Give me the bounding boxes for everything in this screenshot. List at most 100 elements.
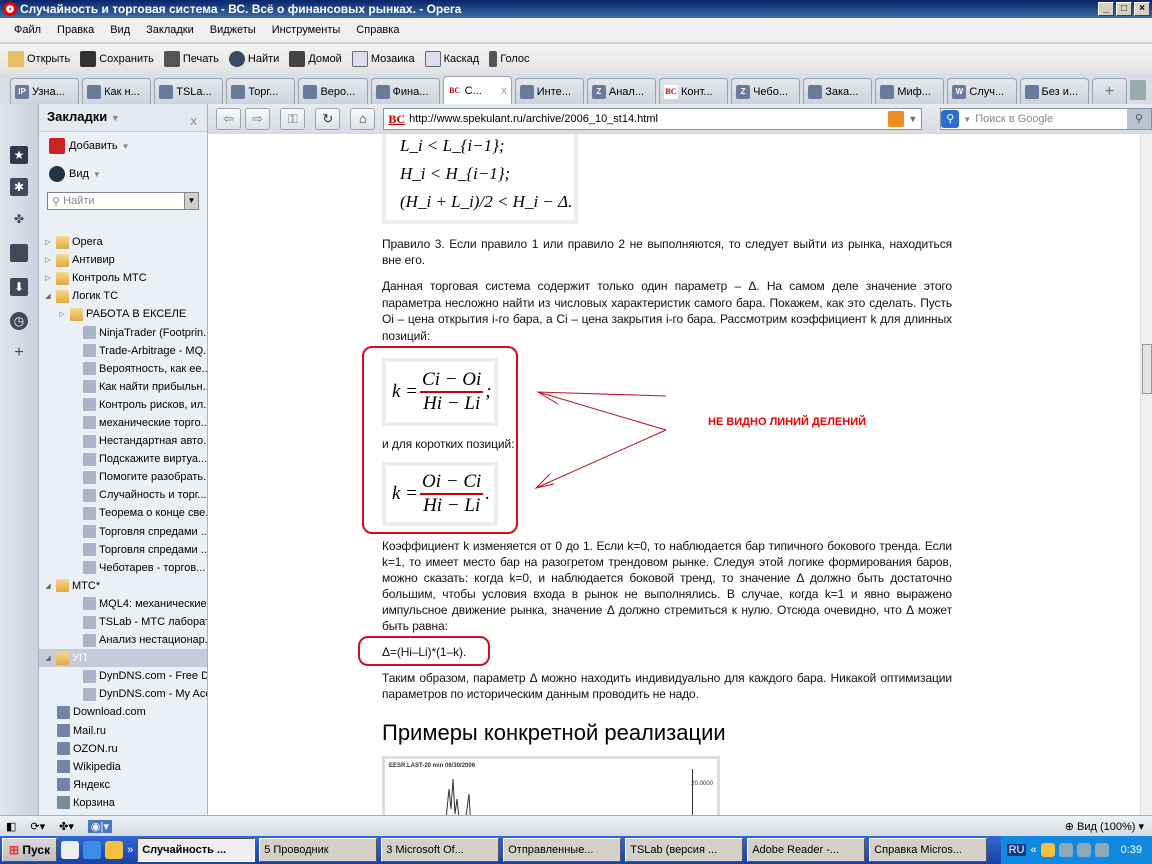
bookmark-item[interactable]: Торговля спредами ... [39, 541, 207, 559]
home-button[interactable]: Домой [289, 51, 342, 67]
cascade-button[interactable]: Каскад [424, 51, 479, 67]
bookmark-item[interactable]: Контроль рисков, ил... [39, 396, 207, 414]
maximize-button[interactable]: □ [1116, 2, 1132, 16]
unite-panel-icon[interactable]: ✤ [10, 210, 28, 228]
tab-6[interactable]: BC С... x [442, 76, 512, 104]
quicklaunch-desktop-icon[interactable] [61, 841, 80, 859]
bookmark-item[interactable]: Подскажите виртуа... [39, 450, 207, 468]
close-button[interactable]: × [1134, 2, 1150, 16]
rss-icon[interactable] [888, 111, 905, 127]
bookmark-folder[interactable]: ▷ Opera [39, 233, 207, 251]
task-outlook[interactable]: Отправленные... [503, 838, 622, 862]
bookmarks-panel-icon[interactable]: ★ [10, 146, 28, 164]
task-opera[interactable]: Случайность ... [137, 838, 256, 862]
bookmark-item[interactable]: TSLab - МТС лаборат... [39, 613, 207, 631]
bookmark-item[interactable]: Яндекс [39, 776, 207, 794]
menu-bookmarks[interactable]: Закладки [138, 24, 202, 36]
menu-file[interactable]: Файл [6, 24, 49, 36]
expand-arrow-icon[interactable]: ◢ [43, 292, 53, 300]
bookmark-item[interactable]: Нестандартная авто... [39, 432, 207, 450]
tab-1[interactable]: Как н... [82, 78, 152, 104]
bookmark-item[interactable]: Анализ нестационар... [39, 631, 207, 649]
menu-view[interactable]: Вид [102, 24, 138, 36]
new-tab-button[interactable]: + [1091, 78, 1128, 104]
search-box[interactable]: ⚲ ▼ Поиск в Google ⚲ [940, 108, 1152, 130]
view-button[interactable]: Вид ▼ [39, 160, 207, 188]
history-panel-icon[interactable]: ◷ [10, 312, 28, 330]
bookmark-item[interactable]: NinjaTrader (Footprin... [39, 323, 207, 341]
menu-tools[interactable]: Инструменты [264, 24, 349, 36]
expand-arrow-icon[interactable]: ▷ [43, 274, 53, 282]
zoom-control[interactable]: ⊕ Вид (100%) ▾ [1065, 820, 1152, 833]
print-button[interactable]: Печать [163, 51, 219, 67]
tab-2[interactable]: TSLa... [154, 78, 224, 104]
bookmark-item[interactable]: Как найти прибыльн... [39, 378, 207, 396]
tab-0[interactable]: IP Узна... [10, 78, 80, 104]
bookmark-item[interactable]: Download.com [39, 703, 207, 721]
expand-arrow-icon[interactable]: ▷ [43, 256, 53, 264]
bookmark-item[interactable]: Чеботарев - торгов... [39, 559, 207, 577]
quicklaunch-outlook-icon[interactable] [105, 841, 124, 859]
tab-13[interactable]: W Случ... [947, 78, 1017, 104]
task-help[interactable]: Справка Micros... [869, 838, 988, 862]
bookmark-folder[interactable]: ▷ Антивир [39, 251, 207, 269]
tab-close-button[interactable]: x [501, 85, 507, 97]
unite-icon[interactable]: ✤▾ [59, 820, 74, 833]
tray-outlook-icon[interactable] [1040, 843, 1055, 857]
scrollbar-thumb[interactable] [1142, 344, 1152, 394]
back-button[interactable]: ⇦ [216, 108, 242, 130]
tray-network-icon[interactable] [1076, 843, 1091, 857]
expand-arrow-icon[interactable]: ◢ [43, 582, 53, 590]
notes-panel-icon[interactable] [10, 244, 28, 262]
tray-network-icon[interactable] [1094, 843, 1109, 857]
bookmark-folder[interactable]: ◢ Логик ТС [39, 287, 207, 305]
turbo-icon[interactable]: ◉|▾ [87, 819, 112, 833]
tab-10[interactable]: Z Чебо... [731, 78, 801, 104]
task-tslab[interactable]: TSLab (версия ... [625, 838, 744, 862]
bookmark-item[interactable]: Mail.ru [39, 722, 207, 740]
downloads-panel-icon[interactable]: ⬇ [10, 278, 28, 296]
open-button[interactable]: Открыть [8, 51, 70, 67]
tab-9[interactable]: BC Конт... [658, 78, 729, 104]
minimize-button[interactable]: _ [1098, 2, 1114, 16]
bookmark-item[interactable]: Wikipedia [39, 758, 207, 776]
bookmark-item[interactable]: Trade-Arbitrage - MQ... [39, 342, 207, 360]
wand-key-button[interactable]: ⚿ [280, 108, 306, 130]
save-button[interactable]: Сохранить [80, 51, 154, 67]
bookmark-item[interactable]: MQL4: механические... [39, 595, 207, 613]
bookmark-item[interactable]: DynDNS.com - My Acc... [39, 685, 207, 703]
voice-button[interactable]: Голос [489, 51, 529, 67]
bookmark-item[interactable]: механические торго... [39, 414, 207, 432]
panel-close-button[interactable]: x [191, 108, 198, 134]
language-indicator[interactable]: RU [1006, 844, 1027, 856]
bookmark-search-input[interactable]: ⚲ Найти ▼ [47, 192, 199, 210]
dropdown-arrow-icon[interactable]: ▼ [184, 193, 198, 209]
bookmark-item[interactable]: Вероятность, как ее... [39, 360, 207, 378]
sync-icon[interactable]: ⟳▾ [30, 820, 45, 833]
vertical-scrollbar[interactable] [1140, 134, 1152, 815]
tab-3[interactable]: Торг... [226, 78, 296, 104]
expand-arrow-icon[interactable]: ◢ [43, 654, 53, 662]
bookmark-folder[interactable]: ◢ УП [39, 649, 207, 668]
task-explorer[interactable]: 5 Проводник [259, 838, 378, 862]
chevron-down-icon[interactable]: ▼ [963, 115, 971, 124]
search-go-button[interactable]: ⚲ [1126, 109, 1151, 129]
trash-icon[interactable] [1130, 80, 1147, 100]
expand-arrow-icon[interactable]: ▷ [43, 238, 53, 246]
tile-button[interactable]: Мозаика [351, 51, 415, 67]
chevron-down-icon[interactable]: ▼ [908, 114, 921, 124]
bookmark-item[interactable]: Помогите разобрать... [39, 468, 207, 486]
menu-help[interactable]: Справка [348, 24, 407, 36]
tray-network-icon[interactable] [1058, 843, 1073, 857]
toggle-panel-icon[interactable]: ◧ [6, 820, 16, 833]
quicklaunch-more-icon[interactable]: » [127, 844, 133, 856]
bookmark-folder[interactable]: ▷ РАБОТА В ЕКСЕЛЕ [39, 305, 207, 323]
tab-5[interactable]: Фина... [370, 78, 440, 104]
add-bookmark-button[interactable]: Добавить ▼ [39, 132, 207, 160]
task-office[interactable]: 3 Microsoft Of... [381, 838, 500, 862]
add-panel-icon[interactable]: + [10, 344, 28, 362]
bookmark-item[interactable]: Торговля спредами ... [39, 523, 207, 541]
bookmark-folder[interactable]: ▷ Контроль МТС [39, 269, 207, 287]
bookmark-item[interactable]: DynDNS.com - Free D... [39, 667, 207, 685]
reload-button[interactable]: ↻ [315, 108, 341, 130]
